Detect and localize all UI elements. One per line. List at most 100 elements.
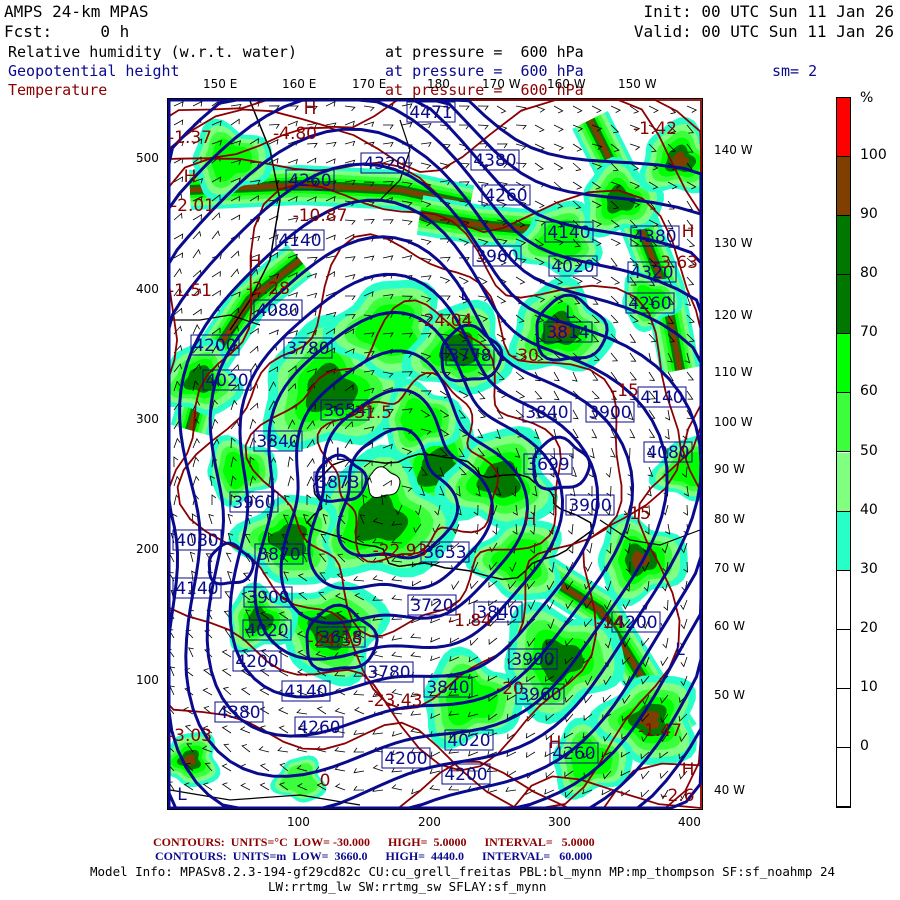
high-pressure-marker: H	[304, 99, 317, 119]
wind-barb	[648, 428, 656, 438]
wind-barb	[249, 437, 257, 449]
wind-barb	[648, 371, 656, 381]
wind-barb	[287, 456, 294, 468]
temperature-label: -2.28	[246, 279, 290, 299]
wind-barb	[241, 744, 251, 753]
map-content: 4471 4320 4380 4260 4260 4140 4140 3960 4020 4380…	[168, 99, 702, 809]
wind-barb	[192, 324, 200, 335]
wind-barb	[225, 552, 232, 563]
wind-barb	[572, 181, 583, 190]
colorbar-segment	[837, 393, 850, 453]
wind-barb	[505, 786, 517, 792]
height-contour-info: CONTOURS: UNITS=m LOW= 3660.0 HIGH= 4440…	[155, 849, 593, 863]
wind-barb	[211, 270, 221, 278]
height-label: 4140	[284, 682, 327, 702]
wind-barb	[458, 276, 469, 285]
wind-barb	[496, 333, 507, 342]
wind-barb	[553, 143, 565, 151]
wind-barb	[534, 200, 545, 209]
wind-barb	[306, 157, 317, 164]
colorbar-segment	[837, 688, 850, 748]
wind-barb	[222, 686, 232, 696]
wind-barb	[410, 633, 422, 639]
wind-barb	[534, 162, 544, 171]
wind-barb	[372, 575, 384, 582]
lon-label-right: 50 W	[714, 688, 745, 702]
colorbar-label: 100	[860, 147, 887, 164]
wind-barb	[525, 732, 536, 739]
wind-barb	[553, 105, 564, 114]
wind-barb	[249, 402, 259, 411]
height-label: 4200	[193, 336, 236, 356]
wind-barb	[344, 120, 355, 127]
wind-barb	[515, 409, 525, 419]
field-height-name: Geopotential height	[8, 62, 180, 80]
wind-barb	[429, 768, 441, 774]
wind-barb	[585, 561, 593, 572]
wind-barb	[430, 751, 441, 758]
colorbar-label: 0	[860, 737, 869, 754]
wind-barb	[591, 428, 598, 439]
wind-barb	[640, 789, 650, 798]
temperature-label: 0	[320, 771, 331, 791]
wind-barb	[192, 308, 202, 316]
wind-barb	[173, 456, 179, 468]
height-label: 3900	[568, 496, 611, 516]
colorbar-segment	[837, 570, 850, 630]
wind-barb	[660, 656, 669, 667]
wind-barb	[496, 295, 507, 304]
wind-barb	[226, 570, 233, 582]
height-label: 3840	[525, 403, 568, 423]
colorbar-segment	[837, 157, 850, 217]
wind-barb	[401, 122, 413, 128]
height-label: 3699	[526, 455, 569, 475]
wind-barb	[610, 238, 621, 247]
temp-contour-info: CONTOURS: UNITS=°C LOW= -30.000 HIGH= 5.…	[153, 835, 595, 849]
wind-barb	[410, 710, 422, 716]
wind-barb	[610, 257, 618, 267]
wind-barb	[401, 255, 413, 261]
temperature-label: -23.43	[368, 691, 423, 711]
wind-barb	[249, 235, 261, 242]
wind-barb	[211, 230, 220, 240]
colorbar-segment	[837, 629, 850, 689]
wind-barb	[410, 651, 422, 658]
height-label: 4140	[640, 388, 683, 408]
x-tick-label: 200	[418, 815, 441, 829]
wind-barb	[572, 162, 582, 172]
wind-barb	[589, 447, 595, 459]
temperature-label: -4.80	[273, 124, 317, 144]
wind-barb	[605, 466, 612, 478]
wind-barb	[221, 725, 232, 734]
colorbar-label: 40	[860, 501, 878, 518]
temperature-label: -15	[623, 504, 651, 524]
colorbar-label: 10	[860, 678, 878, 695]
wind-barb	[173, 437, 181, 449]
temperature-label: -3.63	[654, 253, 698, 273]
high-pressure-marker: H	[184, 167, 197, 187]
wind-barb	[230, 268, 239, 278]
rh-colorbar	[836, 97, 851, 808]
lon-label-right: 40 W	[714, 783, 745, 797]
height-label: 4320	[363, 154, 406, 174]
wind-barb	[411, 580, 422, 587]
wind-barb	[683, 504, 688, 516]
wind-barb	[221, 649, 232, 658]
wind-barb	[572, 105, 583, 114]
wind-barb	[553, 371, 560, 382]
wind-barb	[382, 141, 394, 148]
wind-barb	[572, 143, 583, 152]
wind-barb	[382, 219, 394, 225]
wind-barb	[629, 333, 637, 343]
wind-barb	[353, 747, 364, 753]
wind-barb	[591, 105, 602, 114]
lon-label-right: 60 W	[714, 619, 745, 633]
lon-label-right: 100 W	[714, 415, 753, 429]
wind-barb	[202, 687, 213, 696]
lon-label-top: 180	[427, 77, 450, 91]
height-label: 3900	[511, 650, 554, 670]
colorbar-label: 90	[860, 206, 878, 223]
wind-barb	[296, 708, 308, 715]
temperature-label: -20	[496, 679, 524, 699]
low-pressure-marker: L	[335, 445, 345, 465]
